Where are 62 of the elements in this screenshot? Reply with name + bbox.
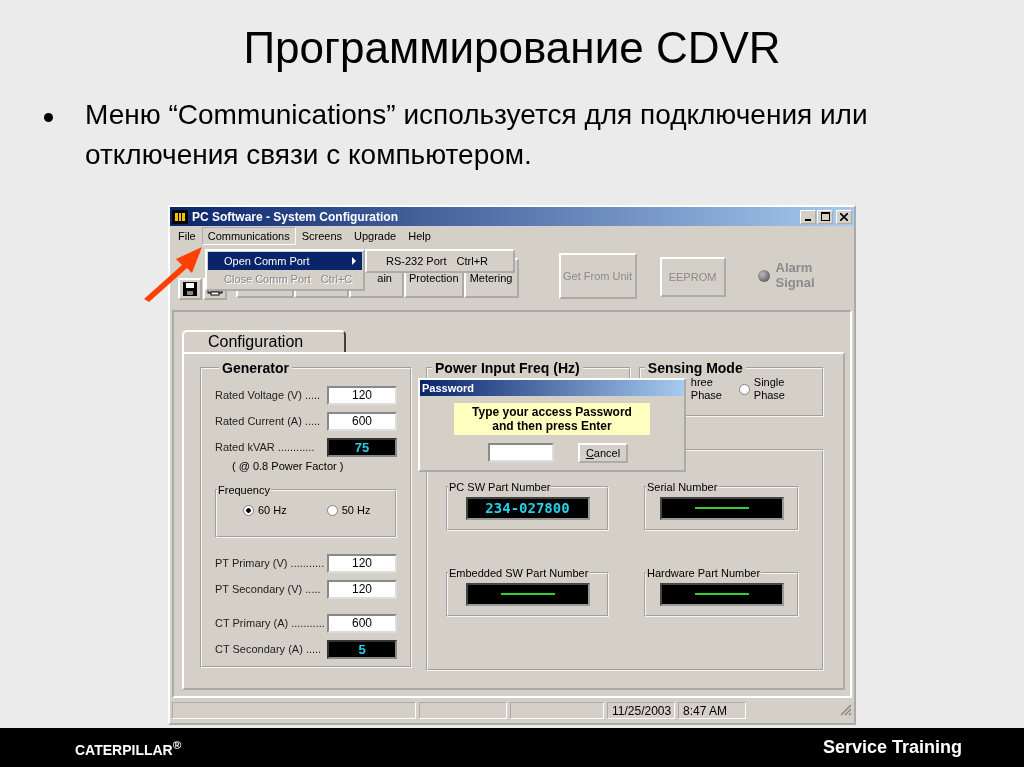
field-label: Rated kVAR ............	[215, 441, 316, 453]
value-display: 5	[327, 639, 397, 659]
save-icon[interactable]	[178, 278, 202, 300]
dialog-title: Password	[420, 380, 684, 396]
input-field[interactable]: 600	[327, 411, 397, 431]
footer-text: Service Training	[822, 737, 962, 758]
cancel-button[interactable]: Cancel	[578, 443, 628, 463]
bullet-icon	[44, 113, 53, 122]
dialog-message: Type your access Password and then press Enter	[454, 403, 650, 435]
group-title: Frequency	[217, 484, 271, 496]
field-label: PT Primary (V) ...........	[215, 557, 326, 569]
resize-grip-icon[interactable]	[840, 704, 852, 716]
radio-button[interactable]	[738, 383, 750, 395]
input-field[interactable]: 600	[327, 613, 397, 633]
bullet-text: Меню “Communications” используется для подключения или отключения связи с компьютером.	[85, 98, 869, 172]
logo-icon	[172, 209, 188, 224]
minimize-button[interactable]	[800, 209, 816, 224]
window-title: PC Software - System Configuration	[192, 209, 400, 224]
submenu-arrow-icon	[352, 257, 356, 265]
brand-logo: CATERPILLAR$^{®}$	[75, 737, 182, 758]
radio-label: Single Phase	[753, 376, 786, 402]
radio-button[interactable]	[326, 504, 338, 516]
input-field[interactable]: 120	[327, 579, 397, 599]
group-title: Hardware Part Number	[646, 567, 762, 579]
status-time: 8:47 AM	[678, 701, 746, 719]
alarm-label: Alarm Signal	[775, 260, 816, 290]
radio-button[interactable]	[243, 504, 254, 516]
status-date: 11/25/2003	[607, 701, 675, 719]
menu-item[interactable]: Screens	[295, 227, 348, 245]
slide-title: Программирование CDVR	[243, 22, 781, 73]
maximize-button[interactable]	[817, 209, 833, 224]
radio-label: 60 Hz	[258, 504, 287, 516]
input-field[interactable]: 120	[327, 553, 397, 573]
group-title: Sensing Mode	[646, 360, 744, 376]
field-label: Rated Voltage (V) .....	[215, 389, 322, 401]
menu-item[interactable]: Help	[402, 227, 437, 245]
group-title: Power Input Freq (Hz)	[434, 360, 581, 376]
input-field[interactable]: 120	[327, 385, 397, 405]
close-button[interactable]	[836, 209, 852, 224]
group-title: Serial Number	[646, 481, 719, 493]
group-title: PC SW Part Number	[448, 481, 552, 493]
close-icon	[840, 212, 848, 221]
group-title: Generator	[221, 360, 290, 376]
value-display: 75	[327, 437, 397, 457]
radio-label: 50 Hz	[341, 504, 371, 516]
menu-item[interactable]: File	[172, 227, 202, 245]
group-title: Embedded SW Part Number	[448, 567, 590, 579]
field-label: CT Secondary (A) .....	[215, 643, 323, 655]
password-field[interactable]	[488, 443, 554, 462]
field-label: Rated Current (A) .....	[215, 415, 322, 427]
menu-item[interactable]: Open Comm Port	[208, 252, 362, 270]
field-label: PT Secondary (V) .....	[215, 583, 322, 595]
note-text: ( @ 0.8 Power Factor )	[231, 460, 345, 472]
maximize-icon	[820, 212, 830, 221]
value-display: 234-027800	[465, 496, 590, 520]
tab[interactable]: Configuration	[182, 330, 346, 352]
menu-item[interactable]: Upgrade	[348, 227, 403, 245]
field-label: CT Primary (A) ...........	[215, 617, 326, 629]
radio-label: hree Phase	[690, 376, 723, 402]
menu-item[interactable]: RS-232 Port Ctrl+R	[368, 252, 512, 270]
minimize-icon	[805, 218, 811, 221]
menu-item[interactable]: Communications	[201, 227, 296, 245]
